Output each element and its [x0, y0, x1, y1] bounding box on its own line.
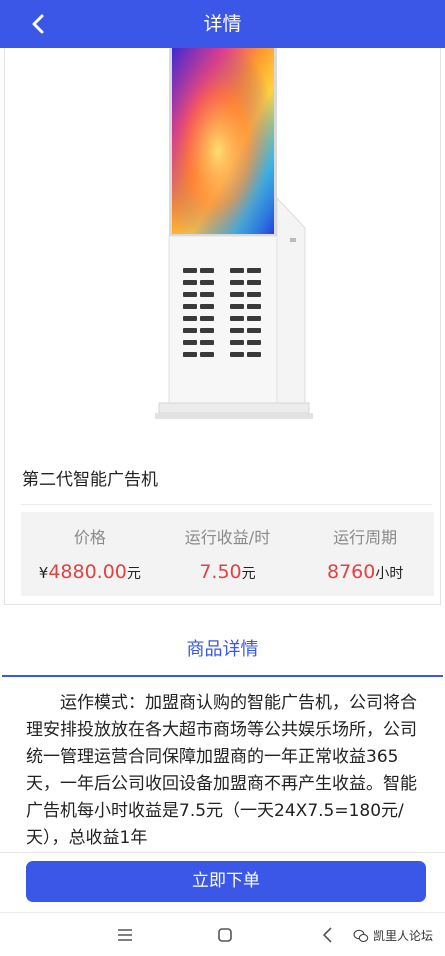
product-image: [155, 48, 313, 419]
app-header: 详情: [0, 0, 445, 48]
stat-label: 价格: [73, 528, 106, 547]
home-square-icon[interactable]: [213, 923, 237, 947]
product-card: 第二代智能广告机 价格 ¥4880.00元 运行收益/时 7.50元 运行周期 …: [4, 48, 441, 605]
page-title: 详情: [203, 13, 242, 35]
divider: [0, 852, 445, 853]
watermark-text: 凯里人论坛: [372, 929, 433, 943]
stats-panel: 价格 ¥4880.00元 运行收益/时 7.50元 运行周期 8760小时: [21, 512, 434, 596]
stat-unit: 小时: [375, 566, 404, 582]
product-description: 运作模式：加盟商认购的智能广告机，公司将合理安排投放放在各大超市商场等公共娱乐场…: [26, 693, 417, 848]
watermark: 凯里人论坛: [353, 927, 433, 944]
tab-underline: [2, 675, 443, 677]
stat-label: 运行周期: [333, 528, 398, 547]
stat-unit: 元: [241, 566, 256, 582]
tab-product-details[interactable]: 商品详情: [0, 635, 445, 661]
back-triangle-icon[interactable]: [316, 923, 340, 947]
stat-unit: 元: [126, 566, 141, 582]
stat-label: 运行收益/时: [184, 528, 271, 547]
menu-icon[interactable]: [113, 923, 137, 947]
wechat-icon: [353, 929, 369, 942]
price-value: 4880.00: [48, 561, 127, 583]
system-nav-bar: 凯里人论坛: [0, 912, 445, 956]
cycle-value: 8760: [327, 561, 376, 583]
order-now-button[interactable]: 立即下单: [26, 861, 426, 902]
hourly-income-value: 7.50: [199, 561, 242, 583]
stat-cycle: 运行周期 8760小时: [296, 512, 434, 596]
divider: [21, 504, 432, 505]
stat-hourly-income: 运行收益/时 7.50元: [159, 512, 297, 596]
stat-price: 价格 ¥4880.00元: [21, 512, 159, 596]
product-name: 第二代智能广告机: [22, 470, 158, 490]
currency-symbol: ¥: [38, 564, 49, 582]
